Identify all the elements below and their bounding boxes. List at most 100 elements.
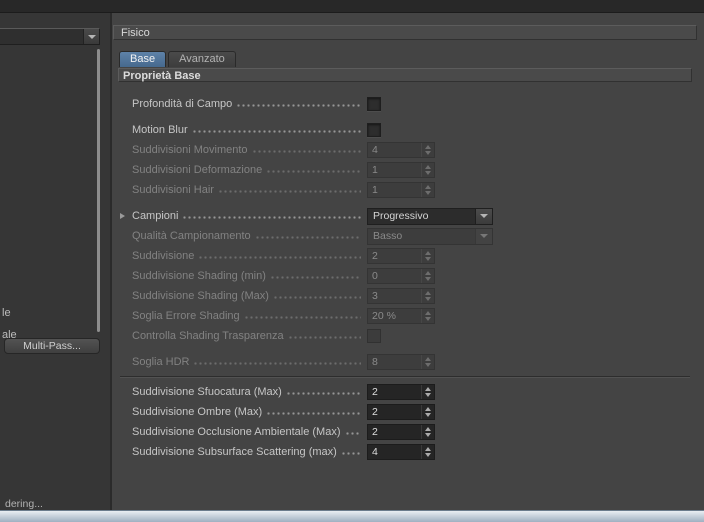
setting-label: Suddivisioni Hair [132, 184, 214, 196]
spinner-up-icon [425, 271, 431, 275]
row-suddivisione-subsurface-scattering-max: Suddivisione Subsurface Scattering (max)… [118, 442, 692, 462]
setting-label: Motion Blur [132, 124, 188, 136]
spinner-down-icon [425, 433, 431, 437]
setting-label: Soglia HDR [132, 356, 190, 368]
row-suddivisione-shading-max: Suddivisione Shading (Max) 3 [118, 286, 692, 306]
row-profondita-di-campo: Profondità di Campo [118, 94, 692, 114]
spinner-value: 0 [372, 270, 378, 282]
setting-label: Suddivisione Ombre (Max) [132, 406, 263, 418]
row-suddivisione-occlusione-ambientale-max: Suddivisione Occlusione Ambientale (Max)… [118, 422, 692, 442]
spinner-down-icon [425, 151, 431, 155]
row-motion-blur: Motion Blur [118, 120, 692, 140]
dotted-leader [286, 392, 361, 395]
dropdown-value: Progressivo [373, 210, 429, 222]
dropdown-value: Basso [373, 230, 403, 242]
spinner-value: 8 [372, 356, 378, 368]
multi-pass-button[interactable]: Multi-Pass... [4, 338, 100, 354]
setting-label: Controlla Shading Trasparenza [132, 330, 284, 342]
suddivisione-spinner: 2 [367, 248, 435, 264]
dotted-leader [237, 104, 361, 107]
spinner-value: 1 [372, 184, 378, 196]
tab-base[interactable]: Base [119, 51, 167, 67]
suddivisione-subsurface-scattering-max-spinner[interactable]: 4 [367, 444, 435, 460]
spinner-value: 2 [372, 250, 378, 262]
dropdown-arrow-button[interactable] [475, 208, 492, 224]
chevron-down-icon [480, 214, 488, 218]
setting-label: Campioni [132, 210, 179, 222]
spinner-arrows [421, 183, 434, 197]
campioni-dropdown[interactable]: Progressivo [367, 207, 493, 225]
chevron-down-icon [87, 34, 96, 39]
spinner-up-icon [425, 311, 431, 315]
scrollbar-thumb[interactable] [97, 49, 100, 332]
setting-label: Soglia Errore Shading [132, 310, 240, 322]
expand-arrow-icon[interactable] [120, 213, 125, 219]
dotted-leader [267, 170, 361, 173]
dotted-leader [255, 236, 361, 239]
tab-avanzato[interactable]: Avanzato [168, 51, 236, 67]
spinner-up-icon [425, 291, 431, 295]
row-suddivisioni-hair: Suddivisioni Hair 1 [118, 180, 692, 200]
dropdown-arrow-button [475, 228, 492, 244]
spinner-up-icon [425, 145, 431, 149]
spinner-arrows[interactable] [421, 385, 434, 399]
list-item-fragment[interactable]: le [2, 307, 11, 319]
row-suddivisioni-deformazione: Suddivisioni Deformazione 1 [118, 160, 692, 180]
spinner-up-icon [425, 185, 431, 189]
spinner-arrows [421, 249, 434, 263]
setting-label: Suddivisione Sfuocatura (Max) [132, 386, 282, 398]
spinner-arrows[interactable] [421, 445, 434, 459]
spinner-value: 2 [372, 406, 378, 418]
dotted-leader [270, 276, 361, 279]
setting-label: Suddivisioni Movimento [132, 144, 248, 156]
spinner-up-icon [425, 165, 431, 169]
dotted-leader [288, 336, 361, 339]
row-suddivisione-sfuocatura-max: Suddivisione Sfuocatura (Max) 2 [118, 382, 692, 402]
tab-bar: Base Avanzato [119, 51, 238, 67]
spinner-down-icon [425, 191, 431, 195]
combo-arrow-button[interactable] [83, 29, 99, 44]
background-window-strip [0, 510, 704, 522]
dotted-leader [345, 432, 361, 435]
dotted-leader [192, 130, 361, 133]
setting-label: Suddivisione Shading (Max) [132, 290, 269, 302]
spinner-value: 3 [372, 290, 378, 302]
spinner-down-icon [425, 317, 431, 321]
setting-label: Suddivisione [132, 250, 195, 262]
dotted-leader [341, 452, 361, 455]
spinner-value: 4 [372, 144, 378, 156]
spinner-arrows[interactable] [421, 425, 434, 439]
group-header-proprieta-base: Proprietà Base [118, 68, 692, 82]
suddivisioni-deformazione-spinner: 1 [367, 162, 435, 178]
soglia-errore-shading-spinner: 20 % [367, 308, 435, 324]
row-controlla-shading-trasparenza: Controlla Shading Trasparenza [118, 326, 692, 346]
row-suddivisione: Suddivisione 2 [118, 246, 692, 266]
spinner-up-icon [425, 357, 431, 361]
suddivisione-ombre-max-spinner[interactable]: 2 [367, 404, 435, 420]
motion-blur-checkbox[interactable] [367, 123, 381, 137]
dotted-leader [273, 296, 361, 299]
spinner-up-icon [425, 407, 431, 411]
panel-title: Fisico [113, 25, 697, 40]
spinner-up-icon [425, 251, 431, 255]
row-soglia-hdr: Soglia HDR 8 [118, 352, 692, 372]
spinner-value: 4 [372, 446, 378, 458]
settings-rows: Profondità di Campo Motion Blur Suddivis… [118, 94, 692, 462]
setting-label: Suddivisione Shading (min) [132, 270, 266, 282]
setting-label: Qualità Campionamento [132, 230, 251, 242]
profondita-di-campo-checkbox[interactable] [367, 97, 381, 111]
bottom-button-fragment[interactable]: dering... [5, 498, 43, 510]
suddivisione-shading-max-spinner: 3 [367, 288, 435, 304]
suddivisioni-movimento-spinner: 4 [367, 142, 435, 158]
soglia-hdr-spinner: 8 [367, 354, 435, 370]
spinner-value: 2 [372, 426, 378, 438]
row-soglia-errore-shading: Soglia Errore Shading 20 % [118, 306, 692, 326]
spinner-down-icon [425, 297, 431, 301]
spinner-arrows [421, 289, 434, 303]
controlla-shading-trasparenza-checkbox [367, 329, 381, 343]
spinner-arrows[interactable] [421, 405, 434, 419]
suddivisione-sfuocatura-max-spinner[interactable]: 2 [367, 384, 435, 400]
suddivisione-occlusione-ambientale-max-spinner[interactable]: 2 [367, 424, 435, 440]
renderer-select[interactable] [0, 28, 100, 45]
spinner-down-icon [425, 277, 431, 281]
